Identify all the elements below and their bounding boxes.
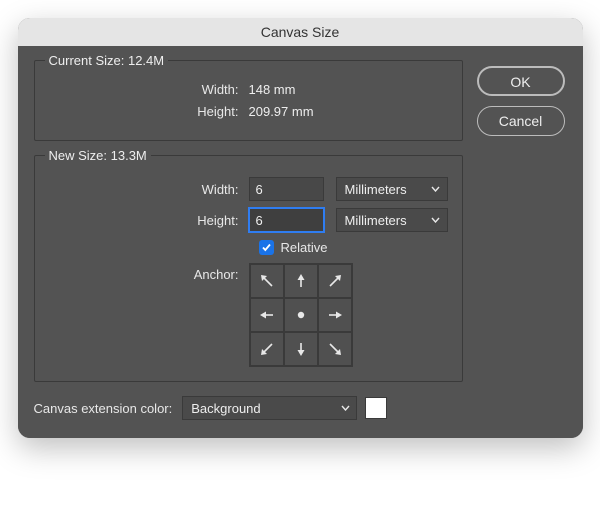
anchor-row: Anchor:	[49, 263, 448, 367]
current-height-value: 209.97 mm	[249, 104, 314, 119]
extension-color-select[interactable]: Background	[182, 396, 357, 420]
relative-checkbox[interactable]	[259, 240, 274, 255]
new-width-input[interactable]	[249, 177, 324, 201]
chevron-down-icon	[340, 403, 350, 413]
current-width-label: Width:	[49, 82, 249, 97]
anchor-bottom-right[interactable]	[318, 332, 352, 366]
new-width-row: Width: Millimeters	[49, 177, 448, 201]
anchor-top[interactable]	[284, 264, 318, 298]
anchor-center[interactable]	[284, 298, 318, 332]
anchor-top-left[interactable]	[250, 264, 284, 298]
new-height-units-select[interactable]: Millimeters	[336, 208, 448, 232]
new-height-row: Height: Millimeters	[49, 208, 448, 232]
window-title: Canvas Size	[261, 24, 340, 40]
relative-row: Relative	[259, 240, 448, 255]
chevron-down-icon	[431, 215, 441, 225]
new-height-label: Height:	[49, 213, 249, 228]
ok-button[interactable]: OK	[477, 66, 565, 96]
new-width-units-select[interactable]: Millimeters	[336, 177, 448, 201]
anchor-bottom-left[interactable]	[250, 332, 284, 366]
canvas-size-dialog: Canvas Size Current Size: 12.4M Width: 1…	[18, 18, 583, 438]
new-height-input[interactable]	[249, 208, 324, 232]
current-size-group: Current Size: 12.4M Width: 148 mm Height…	[34, 60, 463, 141]
current-width-value: 148 mm	[249, 82, 296, 97]
extension-color-row: Canvas extension color: Background	[34, 396, 463, 420]
current-height-label: Height:	[49, 104, 249, 119]
anchor-left[interactable]	[250, 298, 284, 332]
current-width-row: Width: 148 mm	[49, 82, 448, 97]
anchor-right[interactable]	[318, 298, 352, 332]
current-height-row: Height: 209.97 mm	[49, 104, 448, 119]
cancel-button[interactable]: Cancel	[477, 106, 565, 136]
anchor-bottom[interactable]	[284, 332, 318, 366]
relative-label: Relative	[281, 240, 328, 255]
window-titlebar: Canvas Size	[18, 18, 583, 46]
anchor-top-right[interactable]	[318, 264, 352, 298]
new-width-units-value: Millimeters	[345, 182, 407, 197]
new-width-label: Width:	[49, 182, 249, 197]
extension-color-swatch[interactable]	[365, 397, 387, 419]
new-size-title: New Size: 13.3M	[45, 148, 151, 163]
extension-color-label: Canvas extension color:	[34, 401, 173, 416]
chevron-down-icon	[431, 184, 441, 194]
current-size-title: Current Size: 12.4M	[45, 53, 169, 68]
anchor-grid	[249, 263, 353, 367]
dialog-content: Current Size: 12.4M Width: 148 mm Height…	[18, 46, 583, 438]
anchor-label: Anchor:	[49, 263, 249, 367]
side-column: OK Cancel	[477, 60, 567, 420]
main-column: Current Size: 12.4M Width: 148 mm Height…	[34, 60, 463, 420]
new-height-units-value: Millimeters	[345, 213, 407, 228]
new-size-group: New Size: 13.3M Width: Millimeters Heigh…	[34, 155, 463, 382]
extension-color-value: Background	[191, 401, 260, 416]
